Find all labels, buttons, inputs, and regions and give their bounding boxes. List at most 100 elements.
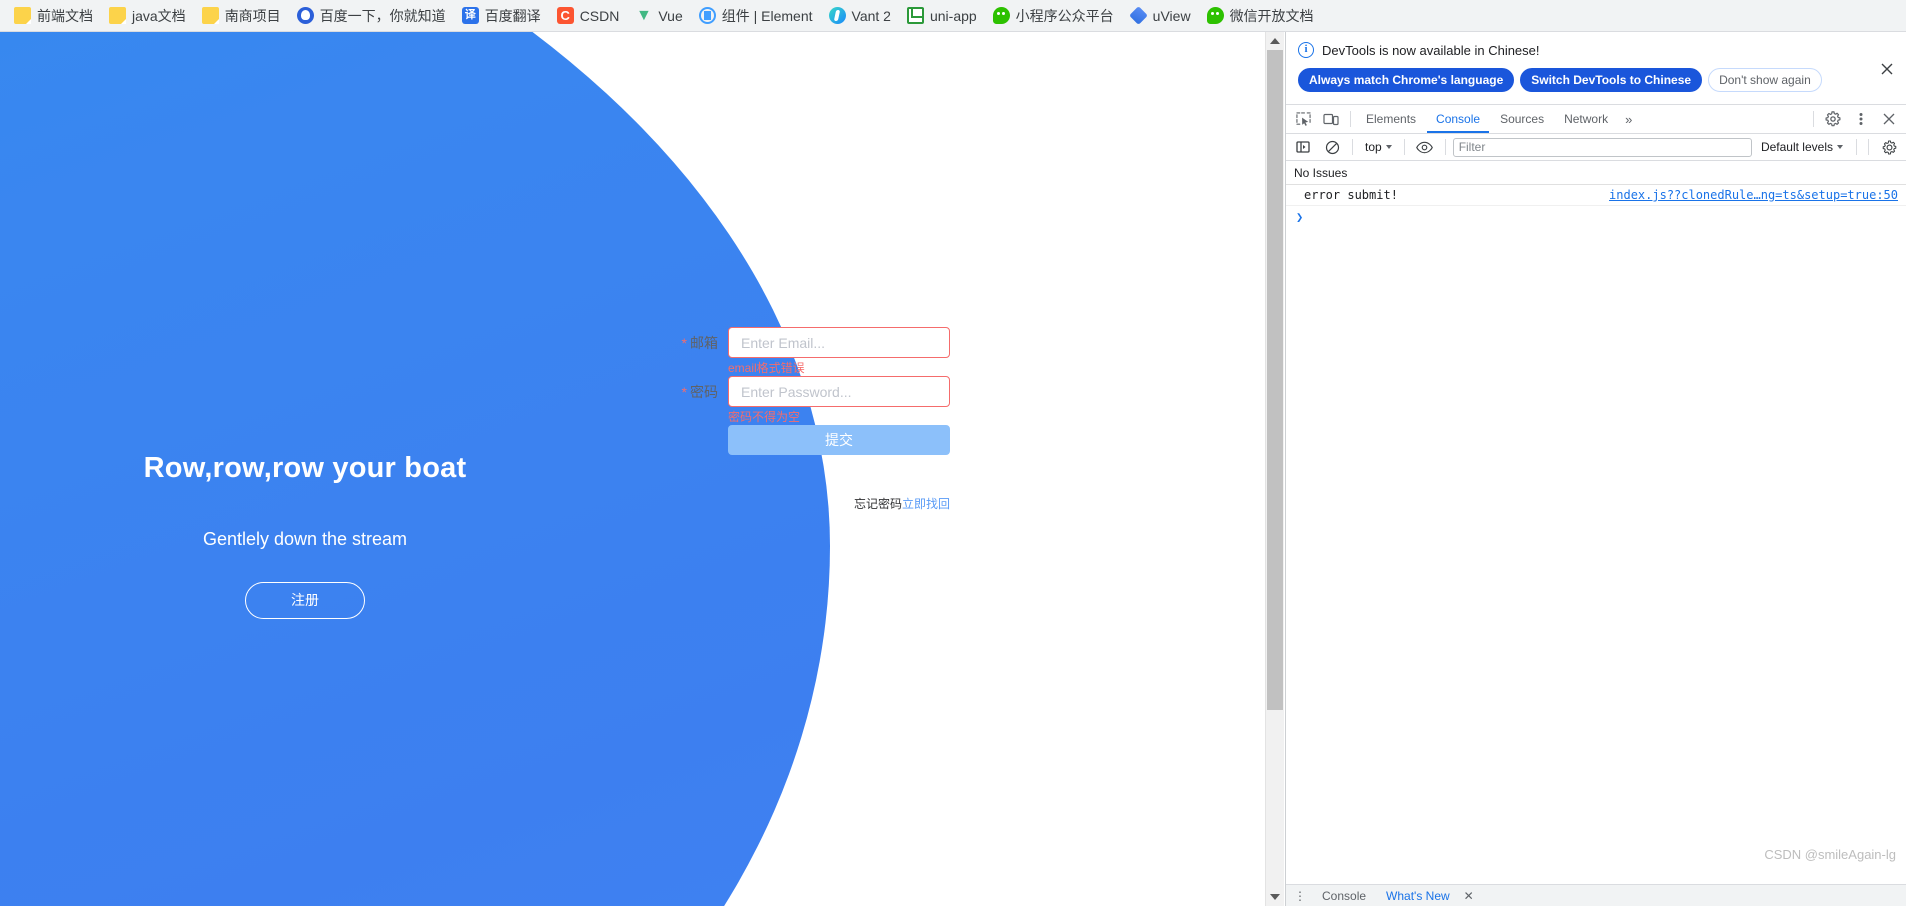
- drawer-kebab-icon[interactable]: ⋮: [1292, 889, 1308, 903]
- bookmark-label: 百度一下，你就知道: [319, 7, 446, 24]
- scroll-up-arrow-icon[interactable]: [1266, 32, 1284, 50]
- forgot-password-row: 忘记密码立即找回: [728, 457, 950, 512]
- submit-form-row: 提交: [676, 425, 956, 457]
- watermark: CSDN @smileAgain-lg: [1764, 847, 1896, 862]
- bookmark-label: uni-app: [929, 7, 977, 24]
- bookmark-item[interactable]: 前端文档: [6, 4, 101, 27]
- login-page: Row,row,row your boat Gentlely down the …: [0, 32, 1265, 906]
- log-levels-value: Default levels: [1760, 140, 1833, 154]
- required-mark: *: [681, 335, 687, 351]
- console-settings-gear-icon[interactable]: [1876, 135, 1902, 159]
- folder-icon: [201, 7, 219, 24]
- bookmark-label: 组件 | Element: [721, 7, 813, 24]
- hero-text-block: Row,row,row your boat Gentlely down the …: [0, 452, 610, 619]
- bookmark-item[interactable]: C CSDN: [549, 4, 628, 27]
- tab-console[interactable]: Console: [1427, 105, 1490, 133]
- page-title: Row,row,row your boat: [143, 452, 467, 484]
- baidu-icon: [296, 7, 314, 24]
- console-filter-input[interactable]: [1452, 137, 1752, 157]
- always-match-chrome-language-button[interactable]: Always match Chrome's language: [1298, 68, 1515, 92]
- console-prompt-icon[interactable]: ❯: [1286, 206, 1906, 228]
- bookmark-item[interactable]: 微信开放文档: [1199, 4, 1322, 27]
- close-icon[interactable]: [1878, 60, 1896, 78]
- drawer-tab-console[interactable]: Console: [1316, 889, 1372, 903]
- execution-context-value: top: [1365, 140, 1382, 154]
- tab-elements[interactable]: Elements: [1357, 105, 1425, 133]
- email-label-text: 邮箱: [690, 335, 718, 351]
- bookmark-item[interactable]: uView: [1122, 4, 1199, 27]
- email-label: * 邮箱: [676, 327, 728, 359]
- inspect-element-icon[interactable]: [1290, 107, 1316, 131]
- drawer-tab-whats-new[interactable]: What's New: [1380, 889, 1456, 903]
- bookmark-item[interactable]: 小程序公众平台: [985, 4, 1122, 27]
- password-label-text: 密码: [690, 384, 718, 400]
- switch-devtools-to-chinese-button[interactable]: Switch DevTools to Chinese: [1520, 68, 1703, 92]
- bookmark-item[interactable]: 百度一下，你就知道: [289, 4, 454, 27]
- wechat-icon: [1206, 7, 1224, 24]
- more-tabs-icon[interactable]: »: [1619, 112, 1638, 127]
- bookmark-item[interactable]: 译 百度翻译: [454, 4, 549, 27]
- drawer-close-icon[interactable]: ✕: [1464, 889, 1474, 903]
- close-devtools-icon[interactable]: [1876, 107, 1902, 131]
- email-form-row: *邮箱 email格式错误: [676, 327, 956, 376]
- scroll-down-arrow-icon[interactable]: [1266, 888, 1284, 906]
- folder-icon: [109, 7, 126, 24]
- console-message-row[interactable]: error submit! index.js??clonedRule…ng=ts…: [1286, 185, 1906, 206]
- devtools-tabbar: Elements Console Sources Network »: [1286, 105, 1906, 134]
- bookmark-label: Vant 2: [851, 7, 891, 24]
- toolbar-divider: [1403, 139, 1405, 155]
- element-ui-icon: [698, 7, 716, 24]
- submit-button[interactable]: 提交: [728, 425, 950, 455]
- bookmark-label: uView: [1152, 7, 1191, 24]
- live-expression-eye-icon[interactable]: [1412, 135, 1438, 159]
- bookmark-item[interactable]: uni-app: [899, 4, 985, 27]
- tab-network[interactable]: Network: [1555, 105, 1617, 133]
- bookmark-item[interactable]: java文档: [101, 4, 194, 27]
- register-button[interactable]: 注册: [245, 582, 365, 619]
- email-input[interactable]: [728, 327, 950, 358]
- toolbar-divider: [1813, 111, 1814, 127]
- toolbar-divider: [1868, 139, 1869, 155]
- password-form-row: *密码 密码不得为空: [676, 376, 956, 425]
- info-icon: i: [1298, 42, 1314, 58]
- device-toolbar-icon[interactable]: [1318, 107, 1344, 131]
- banner-message: DevTools is now available in Chinese!: [1322, 42, 1540, 58]
- more-options-kebab-icon[interactable]: [1848, 107, 1874, 131]
- vue-icon: ▼: [635, 7, 652, 24]
- bookmarks-bar: 前端文档 java文档 南商项目 百度一下，你就知道 译 百度翻译 C CSDN…: [0, 0, 1906, 32]
- bookmark-label: 南商项目: [224, 7, 281, 24]
- bookmark-label: 前端文档: [37, 7, 93, 24]
- clear-console-icon[interactable]: [1319, 135, 1345, 159]
- console-message-text: error submit!: [1304, 188, 1398, 202]
- uview-icon: [1128, 6, 1148, 25]
- forgot-password-text: 忘记密码: [853, 497, 902, 511]
- login-form: *邮箱 email格式错误 *密码 密码不得为空 提: [676, 327, 956, 512]
- uniapp-icon: [906, 7, 924, 24]
- console-sidebar-toggle-icon[interactable]: [1290, 135, 1316, 159]
- bookmark-item[interactable]: Vant 2: [821, 4, 899, 27]
- bookmark-item[interactable]: ▼ Vue: [627, 4, 690, 27]
- bookmark-item[interactable]: 组件 | Element: [691, 4, 821, 27]
- console-message-source-link[interactable]: index.js??clonedRule…ng=ts&setup=true:50: [1609, 188, 1898, 202]
- wechat-icon: [992, 7, 1010, 24]
- forgot-password-link[interactable]: 立即找回: [902, 497, 950, 511]
- page-scrollbar[interactable]: [1265, 32, 1284, 906]
- tab-sources[interactable]: Sources: [1491, 105, 1553, 133]
- chevron-down-icon: [1837, 145, 1843, 149]
- folder-icon: [14, 7, 31, 24]
- banner-message-row: i DevTools is now available in Chinese!: [1298, 42, 1894, 58]
- dont-show-again-button[interactable]: Don't show again: [1708, 68, 1822, 92]
- password-input[interactable]: [728, 376, 950, 407]
- console-filter-toolbar: top Default levels: [1286, 134, 1906, 161]
- bookmark-label: 百度翻译: [484, 7, 541, 24]
- toolbar-divider: [1444, 139, 1446, 155]
- bookmark-label: Vue: [658, 7, 683, 24]
- bookmark-item[interactable]: 南商项目: [194, 4, 289, 27]
- password-label: * 密码: [676, 376, 728, 408]
- log-levels-selector[interactable]: Default levels: [1755, 140, 1849, 154]
- issues-status-bar[interactable]: No Issues: [1286, 161, 1906, 185]
- execution-context-selector[interactable]: top: [1360, 140, 1397, 154]
- password-error-message: 密码不得为空: [728, 410, 801, 424]
- gear-icon[interactable]: [1820, 107, 1846, 131]
- scrollbar-thumb[interactable]: [1267, 50, 1283, 710]
